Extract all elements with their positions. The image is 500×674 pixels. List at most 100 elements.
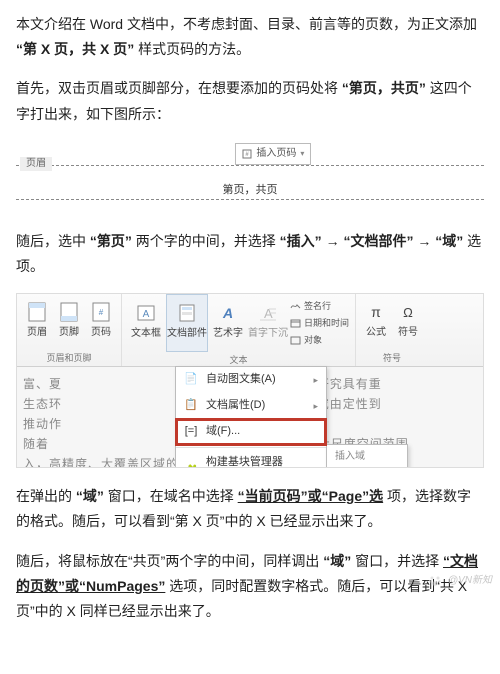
intro-paragraph: 本文介绍在 Word 文档中，不考虑封面、目录、前言等的页数，为正文添加 “第 … — [16, 12, 484, 62]
ribbon-header-label: 页眉 — [27, 324, 47, 342]
docparts-icon — [177, 303, 197, 323]
watermark-text: @VN新知 — [448, 572, 492, 590]
ribbon-textbox-label: 文本框 — [131, 325, 161, 343]
p3arrow2: → — [417, 233, 431, 249]
svg-text:A: A — [222, 305, 233, 321]
ribbon-pagenum-button[interactable]: # 页码 — [85, 294, 117, 350]
chevron-down-icon: ▾ — [300, 147, 304, 161]
docprops-icon: 📋 — [184, 396, 198, 416]
step2-paragraph: 随后，选中 “第页” 两个字的中间，并选择 “插入” → “文档部件” → “域… — [16, 229, 484, 279]
equation-icon: π — [366, 302, 386, 322]
chevron-right-icon: ▸ — [313, 372, 318, 388]
ribbon-footer-button[interactable]: 页脚 — [53, 294, 85, 350]
header-icon — [28, 302, 46, 322]
ribbon-group-symbols-label: 符号 — [360, 350, 424, 368]
datetime-icon — [290, 319, 301, 328]
ribbon-text-stack: 签名行 日期和时间 对象 — [288, 296, 351, 351]
p4b: “域” — [76, 488, 104, 504]
p3arrow1: → — [326, 233, 340, 249]
p4c: 窗口，在域名中选择 — [108, 488, 234, 504]
menu-field[interactable]: [=] 域(F)... — [176, 419, 326, 445]
ribbon-dropcap-label: 首字下沉 — [248, 325, 288, 343]
ribbon-header-button[interactable]: 页眉 — [21, 294, 53, 350]
ribbon-group-headerfooter: 页眉 页脚 # 页码 页眉和页脚 — [17, 294, 122, 366]
step4-paragraph: 随后，将鼠标放在“共页”两个字的中间，同样调出 “域” 窗口，并选择 “文档的页… — [16, 549, 484, 625]
footer-icon — [60, 302, 78, 322]
field-icon: [=] — [184, 422, 198, 442]
ribbon-datetime-label: 日期和时间 — [304, 315, 349, 331]
p3f: “域” — [435, 233, 463, 249]
chevron-right-icon: ▸ — [313, 464, 318, 468]
menu-docprops-label: 文档属性(D) — [206, 396, 265, 416]
ribbon-group-symbols: π 公式 Ω 符号 符号 — [356, 294, 428, 366]
figure-word-ribbon: 页眉 页脚 # 页码 页眉和页脚 A 文本框 — [16, 293, 484, 468]
ribbon-group-headerfooter-label: 页眉和页脚 — [21, 350, 117, 368]
p1-bold: “第 X 页，共 X 页” — [16, 41, 134, 57]
buildingblocks-icon: 🧩 — [184, 462, 198, 468]
menu-docprops[interactable]: 📋 文档属性(D) ▸ — [176, 393, 326, 419]
ribbon-group-text: A 文本框 文档部件 A 艺术字 A 首字下沉 — [122, 294, 356, 366]
ribbon-wordart-button[interactable]: A 艺术字 — [208, 295, 248, 351]
insert-page-number-label: 插入页码 — [256, 145, 296, 163]
p1-text-c: 样式页码的方法。 — [138, 41, 250, 57]
menu-autotext[interactable]: 📄 自动图文集(A) ▸ — [176, 367, 326, 393]
p5a: 随后，将鼠标放在“共页”两个字的中间，同样调出 — [16, 553, 319, 569]
submenu-insert-field[interactable]: 插入域 — [327, 445, 407, 468]
p3e: “文档部件” — [343, 233, 413, 249]
dropcap-icon: A — [258, 303, 278, 323]
pagenum-icon: # — [92, 302, 110, 322]
menu-building-blocks[interactable]: 🧩 构建基块管理器(B)... ▸ — [176, 450, 326, 469]
ribbon-pagenum-label: 页码 — [91, 324, 111, 342]
ribbon-object-button[interactable]: 对象 — [290, 332, 349, 348]
ribbon-dropcap-button[interactable]: A 首字下沉 — [248, 295, 288, 351]
ribbon-sigline-label: 签名行 — [304, 298, 331, 314]
submenu-insert-field-label: 插入域 — [335, 448, 365, 466]
p3c: 两个字的中间，并选择 — [136, 233, 276, 249]
docparts-menu: 📄 自动图文集(A) ▸ 📋 文档属性(D) ▸ [=] 域(F)... 🧩 构… — [175, 366, 327, 468]
symbol-icon: Ω — [398, 302, 418, 322]
ribbon-symbol-label: 符号 — [398, 324, 418, 342]
ribbon-sigline-button[interactable]: 签名行 — [290, 298, 349, 314]
menu-separator — [176, 447, 326, 448]
ribbon-symbol-button[interactable]: Ω 符号 — [392, 294, 424, 350]
field-submenu: 插入域 插入域 — [326, 444, 408, 468]
step3-paragraph: 在弹出的 “域” 窗口，在域名中选择 “当前页码”或“Page”选 项，选择数字… — [16, 484, 484, 534]
ribbon-wordart-label: 艺术字 — [213, 325, 243, 343]
menu-autotext-label: 自动图文集(A) — [206, 370, 276, 390]
p4a: 在弹出的 — [16, 488, 72, 504]
header-dashed-line-bottom — [16, 199, 484, 200]
p5b: “域” — [323, 553, 351, 569]
p3b: “第页” — [90, 233, 132, 249]
svg-text:Ω: Ω — [403, 305, 413, 320]
header-placeholder-text: 第页，共页 — [223, 181, 278, 201]
step1-paragraph: 首先，双击页眉或页脚部分，在想要添加的页码处将 “第页，共页” 这四个字打出来，… — [16, 76, 484, 126]
menu-field-label: 域(F)... — [206, 422, 240, 442]
ribbon-object-label: 对象 — [304, 332, 322, 348]
p5c: 窗口，并选择 — [355, 553, 439, 569]
menu-building-blocks-label: 构建基块管理器(B)... — [206, 453, 306, 469]
autotext-icon: 📄 — [184, 370, 198, 390]
svg-text:A: A — [143, 309, 150, 320]
object-icon — [290, 336, 301, 345]
insert-page-number-button[interactable]: # 插入页码 ▾ — [235, 143, 311, 165]
textbox-icon: A — [136, 303, 156, 323]
p2-text-a: 首先，双击页眉或页脚部分，在想要添加的页码处将 — [16, 80, 338, 96]
sigline-icon — [290, 301, 301, 310]
wordart-icon: A — [218, 303, 238, 323]
svg-text:#: # — [246, 152, 250, 158]
p3d: “插入” — [280, 233, 322, 249]
ribbon-textbox-button[interactable]: A 文本框 — [126, 295, 166, 351]
figure-header-footer: # 插入页码 ▾ 页眉 第页，共页 — [16, 141, 484, 211]
ribbon-equation-button[interactable]: π 公式 — [360, 294, 392, 350]
chevron-right-icon: ▸ — [313, 398, 318, 414]
p2-bold: “第页，共页” — [342, 80, 426, 96]
svg-text:π: π — [371, 304, 381, 320]
ribbon-datetime-button[interactable]: 日期和时间 — [290, 315, 349, 331]
watermark: @VN新知 — [428, 572, 492, 590]
ribbon-docparts-label: 文档部件 — [167, 325, 207, 343]
ribbon-docparts-button[interactable]: 文档部件 — [166, 294, 208, 352]
ribbon: 页眉 页脚 # 页码 页眉和页脚 A 文本框 — [17, 294, 483, 367]
ribbon-footer-label: 页脚 — [59, 324, 79, 342]
paw-icon — [428, 574, 442, 588]
svg-text:#: # — [99, 308, 104, 317]
